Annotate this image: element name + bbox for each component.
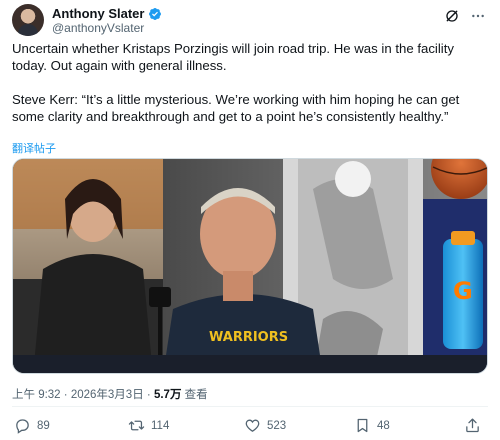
views-count: 5.7万 — [153, 389, 182, 401]
press-conference-photo: WARRIORS G — [13, 159, 487, 373]
repost-icon — [128, 420, 145, 431]
meta-separator: · — [146, 389, 151, 401]
meta-separator: · — [63, 389, 68, 401]
tweet-text: Uncertain whether Kristaps Porzingis wil… — [12, 40, 490, 125]
more-options-icon[interactable] — [470, 8, 486, 24]
heart-icon — [245, 419, 260, 432]
header-actions — [444, 8, 486, 24]
bookmark-button[interactable]: 48 — [354, 417, 390, 434]
grok-icon[interactable] — [444, 8, 460, 24]
share-icon — [466, 418, 479, 433]
repost-button[interactable]: 114 — [128, 417, 169, 434]
tweet-time[interactable]: 上午 9:32 — [12, 389, 61, 401]
author-avatar[interactable] — [12, 4, 44, 36]
tweet-media-photo[interactable]: WARRIORS G — [12, 158, 488, 374]
like-count: 523 — [267, 419, 287, 432]
reply-icon — [16, 419, 29, 434]
action-bar: 89 114 523 48 — [12, 417, 488, 437]
tweet-metadata: 上午 9:32 · 2026年3月3日 · 5.7万 查看 — [12, 386, 208, 402]
author-name[interactable]: Anthony Slater — [52, 6, 144, 21]
repost-count: 114 — [151, 419, 170, 432]
verified-badge-icon — [149, 7, 162, 20]
share-button[interactable] — [464, 417, 481, 434]
author-name-row: Anthony Slater — [52, 6, 162, 21]
bookmark-count: 48 — [377, 419, 390, 432]
tweet-date[interactable]: 2026年3月3日 — [71, 389, 144, 401]
like-button[interactable]: 523 — [244, 417, 286, 434]
bookmark-icon — [357, 418, 368, 433]
tweet-paragraph-quote: Steve Kerr: “It’s a little mysterious. W… — [12, 92, 460, 124]
shirt-logo-text: WARRIORS — [209, 330, 288, 345]
tweet-paragraph: Uncertain whether Kristaps Porzingis wil… — [12, 41, 454, 73]
translate-post-link[interactable]: 翻译帖子 — [12, 140, 56, 156]
views-label: 查看 — [184, 389, 208, 401]
reply-button[interactable]: 89 — [14, 417, 50, 434]
divider — [12, 406, 488, 407]
tweet-header: Anthony Slater @anthonyVslater — [12, 4, 488, 36]
reply-count: 89 — [37, 419, 50, 432]
bottle-logo-text: G — [453, 277, 473, 305]
author-handle[interactable]: @anthonyVslater — [52, 21, 144, 35]
